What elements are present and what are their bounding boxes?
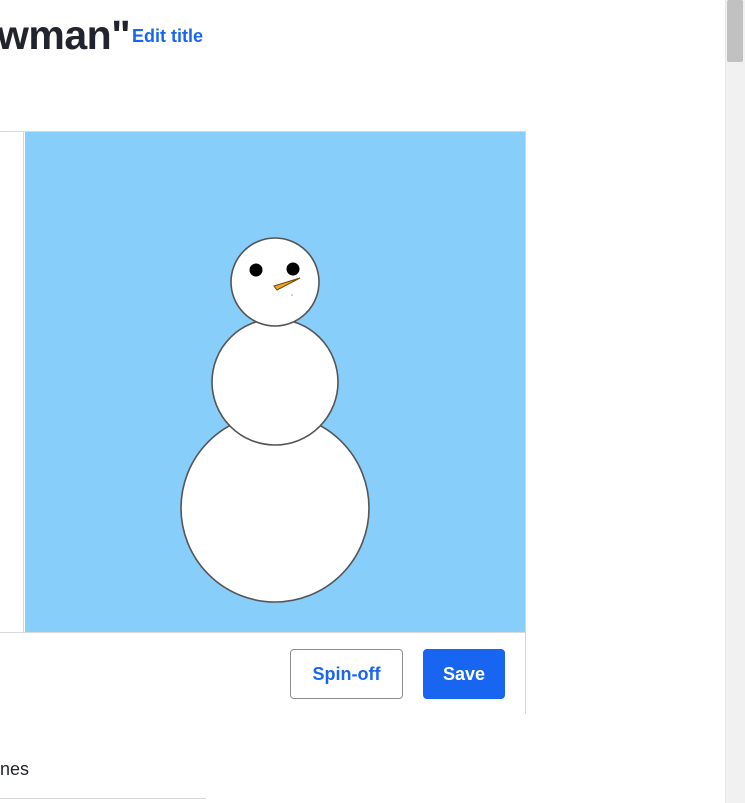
editor-frame: Spin-off Save bbox=[0, 131, 526, 714]
page-title: wman" bbox=[0, 12, 131, 58]
output-canvas[interactable] bbox=[25, 132, 525, 632]
title-row: wman" Edit title bbox=[0, 0, 725, 80]
snowman-head bbox=[230, 237, 320, 327]
editor-toolbar: Spin-off Save bbox=[0, 632, 525, 714]
snowman-middle-ball bbox=[211, 318, 339, 446]
edit-title-link[interactable]: Edit title bbox=[132, 26, 203, 47]
section-heading: ines bbox=[0, 759, 30, 779]
scrollbar-thumb[interactable] bbox=[727, 0, 743, 62]
canvas-drawing bbox=[25, 132, 525, 632]
save-button[interactable]: Save bbox=[423, 649, 505, 699]
spin-off-button[interactable]: Spin-off bbox=[290, 649, 403, 699]
code-editor-pane[interactable] bbox=[0, 132, 24, 632]
snowman-left-eye bbox=[249, 263, 263, 277]
canvas-dot bbox=[291, 294, 293, 296]
snowman-right-eye bbox=[286, 262, 300, 276]
scrollbar-track[interactable] bbox=[725, 0, 745, 803]
section-divider bbox=[0, 798, 206, 799]
